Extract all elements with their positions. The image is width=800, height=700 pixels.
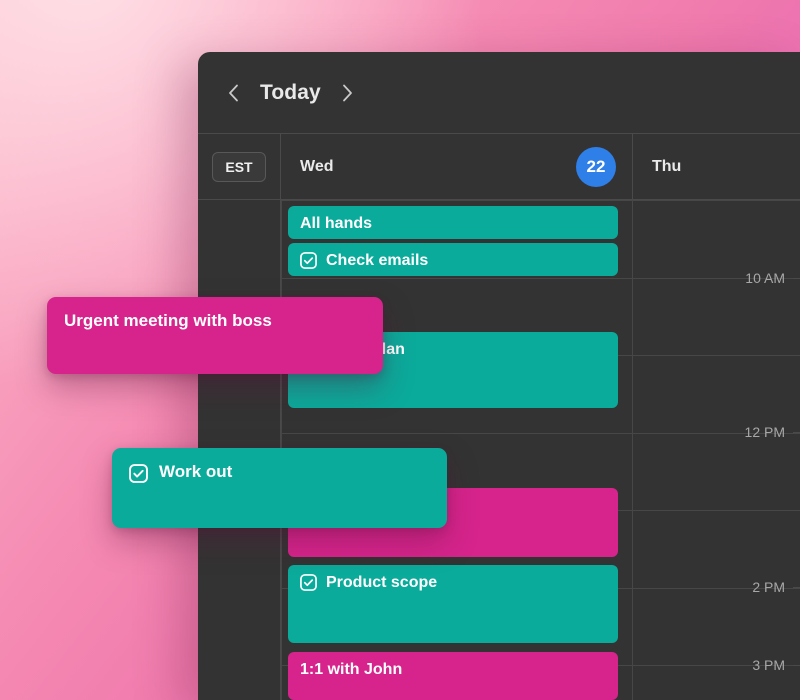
day-name-thu: Thu [652, 157, 682, 175]
checkbox-checked-icon[interactable] [300, 252, 317, 269]
calendar-event-title: All hands [300, 215, 373, 232]
calendar-event[interactable]: Check emails [288, 243, 618, 276]
timezone-cell: EST [198, 134, 281, 199]
previous-day-button[interactable] [220, 80, 246, 106]
calendar-event-title: 1:1 with John [300, 661, 403, 678]
calendar-window: Today EST Wed 22 Thu 10 AM 12 PM 2 PM 3 PM … [198, 52, 800, 700]
timezone-button[interactable]: EST [212, 151, 266, 182]
checkbox-checked-icon[interactable] [300, 574, 317, 591]
day-header-row: EST Wed 22 Thu [198, 133, 800, 200]
day-column-thu[interactable] [633, 200, 800, 700]
floating-event-card-urgent[interactable]: Urgent meeting with boss [47, 297, 383, 374]
day-column-header-wed[interactable]: Wed 22 [281, 134, 633, 199]
calendar-event-title: Check emails [326, 252, 429, 269]
checkbox-checked-icon[interactable] [129, 464, 148, 483]
floating-card-title: Work out [159, 462, 233, 481]
today-button[interactable]: Today [260, 81, 321, 105]
calendar-event[interactable]: All hands [288, 206, 618, 239]
day-column-header-thu[interactable]: Thu [633, 134, 799, 199]
calendar-toolbar: Today [198, 52, 800, 133]
calendar-event[interactable]: 1:1 with John [288, 652, 618, 700]
next-day-button[interactable] [335, 80, 361, 106]
day-name-wed: Wed [300, 157, 334, 175]
floating-event-card-workout[interactable]: Work out [112, 448, 447, 528]
floating-card-title: Urgent meeting with boss [64, 311, 272, 330]
chevron-left-icon [228, 84, 238, 101]
calendar-event-title: Product scope [326, 574, 438, 591]
calendar-event[interactable]: Product scope [288, 565, 618, 643]
chevron-right-icon [343, 84, 353, 101]
date-badge-today[interactable]: 22 [576, 146, 616, 187]
